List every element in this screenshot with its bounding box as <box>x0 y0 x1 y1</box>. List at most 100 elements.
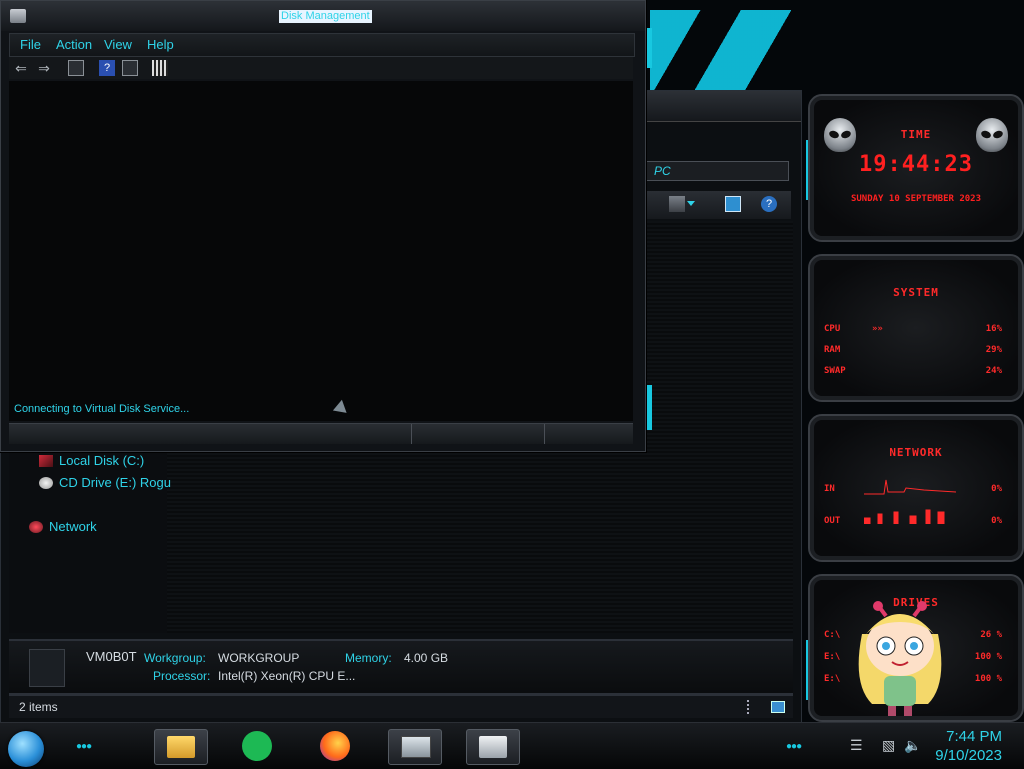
swap-row: SWAP 24% <box>824 366 1008 376</box>
taskbar-accent: ●●● <box>76 741 92 752</box>
taskbar: ●●● ●●● ☰ ▧ 🔈 7:44 PM 9/10/2023 <box>0 722 1024 769</box>
details-view-icon[interactable] <box>747 700 753 714</box>
drive-icon <box>39 454 53 467</box>
nav-label: Network <box>49 519 97 534</box>
taskbar-clock[interactable]: 7:44 PM 9/10/2023 <box>935 727 1002 765</box>
time-widget-title: TIME <box>900 128 932 141</box>
dm-status-text: Connecting to Virtual Disk Service... <box>14 403 190 415</box>
cd-icon <box>39 476 53 489</box>
row-value: 100 % <box>974 674 1002 684</box>
view-options-icon[interactable] <box>669 196 685 212</box>
preview-pane-icon[interactable] <box>725 196 741 212</box>
menu-action[interactable]: Action <box>56 37 92 52</box>
nav-label: Local Disk (C:) <box>59 453 145 468</box>
explorer-titlebar[interactable] <box>641 91 801 122</box>
row-value: 100 % <box>974 652 1002 662</box>
navigation-pane: Local Disk (C:) CD Drive (E:) Rogu Netwo… <box>9 443 171 633</box>
back-arrow-icon[interactable]: ⇐ <box>13 60 29 76</box>
ram-row: RAM 29% <box>824 345 1008 355</box>
nav-item-local-disk[interactable]: Local Disk (C:) <box>39 453 144 468</box>
address-bar[interactable]: PC <box>641 161 789 181</box>
menu-help[interactable]: Help <box>147 37 174 52</box>
show-hide-pane-icon[interactable] <box>122 60 138 76</box>
row-value: 0% <box>991 484 1002 494</box>
row-value: 0% <box>991 516 1002 526</box>
row-value: 16% <box>985 324 1002 334</box>
dm-content-area[interactable] <box>9 81 633 421</box>
explorer-toolbar: ? <box>641 191 791 219</box>
menu-file[interactable]: File <box>20 37 41 52</box>
properties-icon[interactable] <box>152 60 168 76</box>
widget-date: SUNDAY 10 SEPTEMBER 2023 <box>850 194 982 204</box>
clock-time: 7:44 PM <box>946 728 1002 745</box>
cartoon-character-image <box>858 601 942 716</box>
wallpaper-logo <box>650 10 800 100</box>
row-label: CPU <box>824 324 841 334</box>
row-value: 26 % <box>980 630 1002 640</box>
console-tree-icon[interactable] <box>68 60 84 76</box>
row-label: E:\ <box>824 652 841 662</box>
help-icon[interactable]: ? <box>761 196 777 212</box>
memory-label: Memory: <box>345 651 392 665</box>
taskbar-app-system-monitor[interactable] <box>388 729 442 765</box>
disk-management-icon <box>479 736 507 758</box>
dm-title: Disk Management <box>279 10 372 23</box>
forward-arrow-icon[interactable]: ⇒ <box>36 60 52 76</box>
explorer-statusbar: 2 items <box>9 695 793 718</box>
row-label: IN <box>824 484 835 494</box>
processor-value: Intel(R) Xeon(R) CPU E... <box>218 669 356 683</box>
network-out-graph <box>864 509 945 524</box>
taskbar-accent: ●●● <box>786 741 802 752</box>
dm-menubar: File Action View Help <box>9 33 635 57</box>
network-tray-icon[interactable]: ▧ <box>882 737 895 754</box>
row-label: OUT <box>824 516 841 526</box>
disk-management-app-icon <box>10 9 26 23</box>
file-explorer-icon <box>167 736 195 758</box>
system-monitor-icon <box>401 736 431 758</box>
memory-value: 4.00 GB <box>404 651 449 665</box>
network-widget-title: NETWORK <box>889 446 943 459</box>
dm-statusbar <box>9 423 633 444</box>
disk-management-window[interactable]: Disk Management File Action View Help ⇐ … <box>0 0 646 452</box>
taskbar-app-spotify[interactable] <box>232 729 284 763</box>
computer-name: VM0B0T <box>86 649 137 664</box>
row-label: C:\ <box>824 630 841 640</box>
spotify-icon <box>242 731 272 761</box>
nav-label: CD Drive (E:) Rogu <box>59 475 171 490</box>
row-value: 24% <box>985 366 1002 376</box>
address-text: PC <box>654 164 671 178</box>
show-hidden-icons-icon[interactable]: ☰ <box>850 737 863 754</box>
network-widget: NETWORK IN 0% OUT 0% <box>808 414 1024 562</box>
taskbar-app-disk-management[interactable] <box>466 729 520 765</box>
nav-item-network[interactable]: Network <box>29 519 97 534</box>
firefox-icon <box>320 731 350 761</box>
menu-view[interactable]: View <box>104 37 132 52</box>
workgroup-label: Workgroup: <box>144 651 206 665</box>
time-widget: TIME 19:44:23 SUNDAY 10 SEPTEMBER 2023 <box>808 94 1024 242</box>
dm-toolbar: ⇐ ⇒ ? <box>9 57 633 79</box>
taskbar-app-file-explorer[interactable] <box>154 729 208 765</box>
item-count: 2 items <box>19 700 58 714</box>
clock-date: 9/10/2023 <box>935 747 1002 764</box>
details-pane: VM0B0T Workgroup: WORKGROUP Memory: 4.00… <box>9 639 793 695</box>
volume-icon[interactable]: 🔈 <box>904 737 921 754</box>
dm-titlebar[interactable]: Disk Management <box>1 1 645 31</box>
row-value: 29% <box>985 345 1002 355</box>
computer-icon <box>29 649 65 687</box>
widget-clock: 19:44:23 <box>859 152 973 177</box>
workgroup-value: WORKGROUP <box>218 651 300 665</box>
taskbar-app-firefox[interactable] <box>310 729 362 763</box>
network-icon <box>29 520 43 533</box>
row-label: SWAP <box>824 366 846 376</box>
chevron-down-icon[interactable] <box>687 201 695 206</box>
nav-item-cd-drive[interactable]: CD Drive (E:) Rogu <box>39 475 171 490</box>
system-widget-title: SYSTEM <box>893 286 939 299</box>
help-icon[interactable]: ? <box>99 60 115 76</box>
tiles-view-icon[interactable] <box>771 701 785 713</box>
start-button[interactable] <box>8 731 44 767</box>
system-widget: SYSTEM CPU »» 16% RAM 29% SWAP 24% <box>808 254 1024 402</box>
network-in-graph <box>864 479 956 495</box>
row-label: E:\ <box>824 674 841 684</box>
processor-label: Processor: <box>153 669 211 683</box>
row-label: RAM <box>824 345 841 355</box>
